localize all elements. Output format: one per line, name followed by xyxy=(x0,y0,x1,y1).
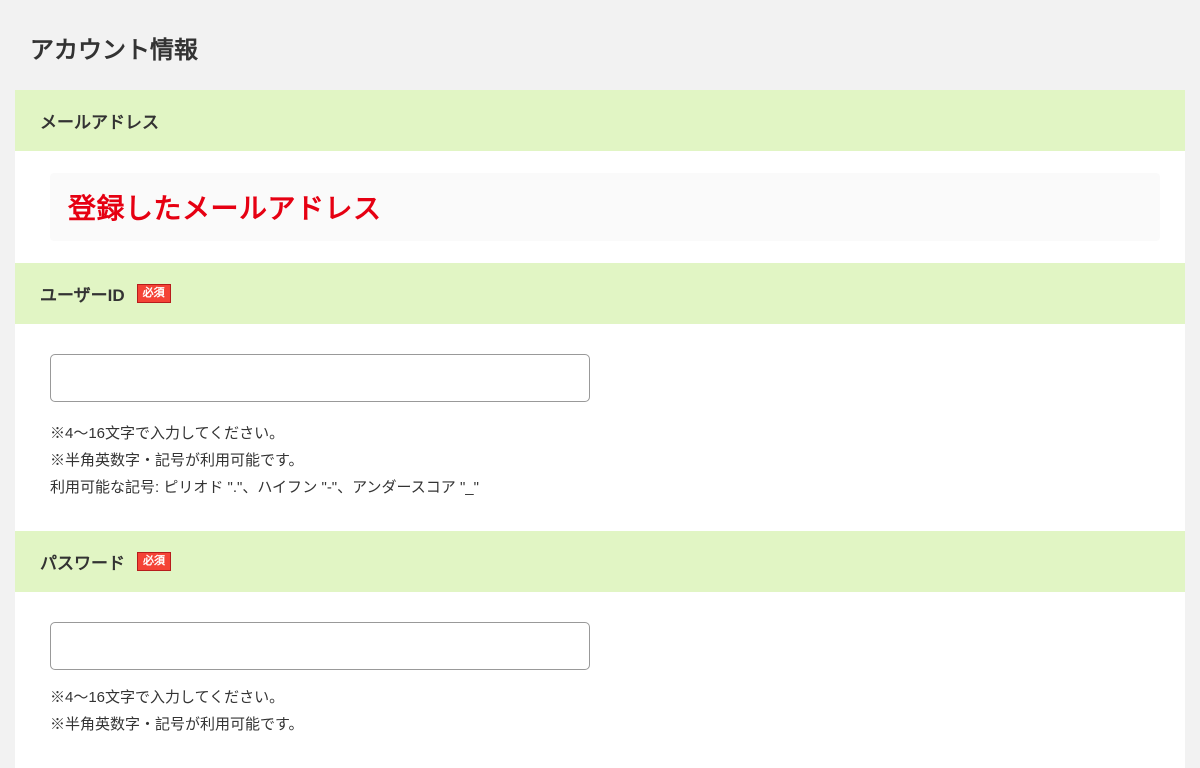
required-badge: 必須 xyxy=(137,284,171,302)
user-id-input[interactable] xyxy=(50,354,590,402)
email-label: メールアドレス xyxy=(40,108,159,133)
email-value: 登録したメールアドレス xyxy=(68,193,382,224)
password-help-line1: ※4～16文字で入力してください。 xyxy=(50,684,1160,711)
user-id-help-line3: 利用可能な記号: ピリオド "."、ハイフン "-"、アンダースコア "_" xyxy=(50,474,1160,501)
email-body: 登録したメールアドレス xyxy=(15,151,1185,263)
password-input[interactable] xyxy=(50,622,590,670)
password-help-line2: ※半角英数字・記号が利用可能です。 xyxy=(50,711,1160,738)
user-id-header: ユーザーID 必須 xyxy=(15,263,1185,324)
user-id-help: ※4～16文字で入力してください。 ※半角英数字・記号が利用可能です。 利用可能… xyxy=(50,420,1160,501)
password-header: パスワード 必須 xyxy=(15,531,1185,592)
email-readonly-box: 登録したメールアドレス xyxy=(50,173,1160,241)
required-badge: 必須 xyxy=(137,552,171,570)
section-title: アカウント情報 xyxy=(30,30,1170,65)
user-id-help-line2: ※半角英数字・記号が利用可能です。 xyxy=(50,447,1160,474)
email-header: メールアドレス xyxy=(15,90,1185,151)
password-label: パスワード xyxy=(40,549,125,574)
password-help: ※4～16文字で入力してください。 ※半角英数字・記号が利用可能です。 xyxy=(50,684,1160,738)
user-id-help-line1: ※4～16文字で入力してください。 xyxy=(50,420,1160,447)
password-body: ※4～16文字で入力してください。 ※半角英数字・記号が利用可能です。 xyxy=(15,592,1185,768)
account-form: アカウント情報 メールアドレス 登録したメールアドレス ユーザーID 必須 ※4… xyxy=(0,0,1200,768)
user-id-label: ユーザーID xyxy=(40,281,125,306)
user-id-body: ※4～16文字で入力してください。 ※半角英数字・記号が利用可能です。 利用可能… xyxy=(15,324,1185,531)
